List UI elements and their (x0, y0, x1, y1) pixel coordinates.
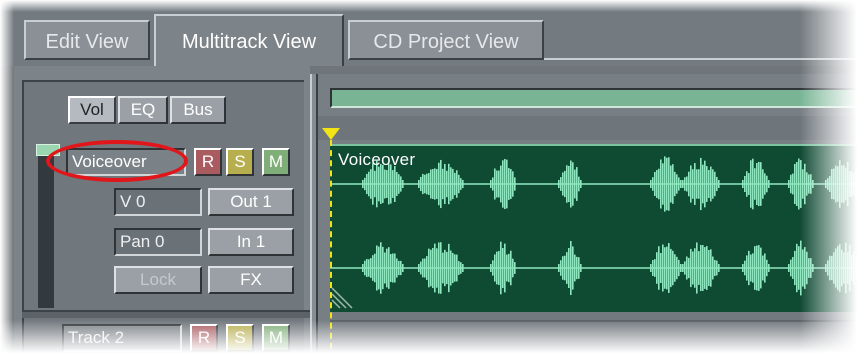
lock-button[interactable]: Lock (114, 266, 202, 294)
mute-button[interactable]: M (262, 148, 290, 176)
track2-name-field[interactable]: Track 2 (62, 324, 182, 352)
track2-record-arm-button[interactable]: R (190, 324, 218, 352)
track2-mute-button[interactable]: M (262, 324, 290, 352)
panel-splitter[interactable] (310, 74, 318, 359)
time-ruler[interactable] (318, 116, 860, 140)
track-separator (22, 310, 310, 318)
playhead-line (330, 140, 332, 359)
eq-tab-button[interactable]: EQ (118, 96, 168, 124)
vol-tab-button[interactable]: Vol (68, 96, 116, 124)
app-window: Edit View Multitrack View CD Project Vie… (0, 0, 860, 359)
fx-button[interactable]: FX (208, 266, 294, 294)
track-lane-divider (330, 320, 860, 322)
output-button[interactable]: Out 1 (208, 188, 294, 216)
solo-button[interactable]: S (226, 148, 254, 176)
track-level-meter (38, 148, 54, 308)
track2-solo-button[interactable]: S (226, 324, 254, 352)
volume-field[interactable]: V 0 (114, 188, 202, 216)
playhead-marker-icon[interactable] (322, 128, 340, 140)
record-arm-button[interactable]: R (194, 148, 222, 176)
session-overview-bar[interactable] (330, 88, 860, 108)
clip-resize-handle-icon[interactable] (330, 282, 358, 310)
highlight-annotation-ellipse (46, 140, 188, 182)
input-button[interactable]: In 1 (208, 228, 294, 256)
clip-label: Voiceover (338, 150, 416, 169)
tab-multitrack-view[interactable]: Multitrack View (154, 14, 344, 66)
tab-edit-view[interactable]: Edit View (24, 20, 150, 60)
tab-bar: Edit View Multitrack View CD Project Vie… (0, 0, 860, 66)
pan-field[interactable]: Pan 0 (114, 228, 202, 256)
tab-cd-project-view[interactable]: CD Project View (348, 20, 544, 60)
tab-bar-edge (544, 58, 860, 60)
bus-tab-button[interactable]: Bus (170, 96, 226, 124)
